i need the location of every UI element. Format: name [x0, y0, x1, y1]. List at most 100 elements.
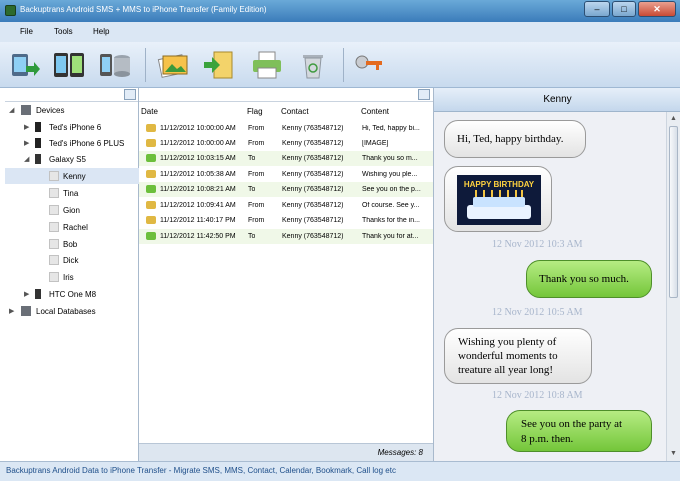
message-row[interactable]: 11/12/2012 10:08:21 AM To Kenny (7635487… [139, 182, 433, 197]
message-count-footer: Messages: 8 [139, 443, 433, 461]
maximize-button[interactable]: □ [612, 1, 636, 17]
search-icon[interactable] [418, 89, 430, 100]
message-timestamp: 12 Nov 2012 10:5 AM [492, 307, 583, 318]
expand-icon[interactable]: ▶ [9, 307, 14, 315]
collapse-icon[interactable]: ◢ [24, 155, 29, 163]
backup-icon [12, 54, 40, 76]
print-button[interactable] [250, 48, 284, 82]
recycle-bin-icon [303, 55, 323, 79]
export-photos-button[interactable] [157, 48, 191, 82]
column-header-date[interactable]: Date [141, 107, 158, 116]
tree-node-device[interactable]: ◢ Galaxy S5 [5, 151, 139, 167]
scroll-up-arrow-icon[interactable]: ▲ [670, 115, 677, 122]
app-icon [5, 5, 16, 16]
expand-icon[interactable]: ▶ [24, 290, 29, 298]
contact-item-dick[interactable]: Dick [5, 252, 139, 268]
received-message-icon [146, 216, 156, 224]
contact-item-bob[interactable]: Bob [5, 236, 139, 252]
incoming-image-bubble: HAPPY BIRTHDAY [444, 166, 552, 232]
sent-message-icon [146, 232, 156, 240]
tree-search-input[interactable] [5, 88, 138, 102]
transfer-to-database-button[interactable] [98, 48, 132, 82]
message-search-input[interactable] [139, 88, 433, 102]
contact-icon [49, 222, 59, 232]
conversation-contact-name: Kenny [543, 94, 572, 105]
photo-icon [157, 54, 188, 78]
menu-file[interactable]: File [20, 27, 33, 36]
received-message-icon [146, 170, 156, 178]
window-title: Backuptrans Android SMS + MMS to iPhone … [20, 5, 267, 14]
iphone-icon [35, 138, 41, 148]
toolbar-separator [343, 48, 344, 82]
scrollbar-thumb[interactable] [669, 126, 678, 298]
tree-node-device[interactable]: ▶ Ted's iPhone 6 [5, 119, 139, 135]
message-timestamp: 12 Nov 2012 10:3 AM [492, 239, 583, 250]
collapse-icon[interactable]: ◢ [9, 106, 14, 114]
contact-icon [49, 171, 59, 181]
conversation-header: Kenny [434, 88, 680, 112]
android-phone-icon [35, 289, 41, 299]
register-button[interactable] [352, 48, 386, 82]
close-button[interactable]: ✕ [638, 1, 676, 17]
scroll-down-arrow-icon[interactable]: ▼ [670, 450, 677, 457]
menu-help[interactable]: Help [93, 27, 109, 36]
column-header-flag[interactable]: Flag [247, 107, 263, 116]
devices-icon [21, 105, 31, 115]
transfer-to-iphone-button[interactable] [52, 48, 86, 82]
toolbar-separator [145, 48, 146, 82]
conversation-scrollbar[interactable]: ▲ ▼ [666, 112, 680, 461]
outgoing-message-bubble: See you on the party at 8 p.m. then. [506, 410, 652, 452]
status-text: Backuptrans Android Data to iPhone Trans… [6, 466, 396, 475]
expand-icon[interactable]: ▶ [24, 139, 29, 147]
contact-icon [49, 255, 59, 265]
column-header-content[interactable]: Content [361, 107, 389, 116]
device-tree-panel: ◢ Devices ▶ Ted's iPhone 6 ▶ Ted's iPhon… [5, 88, 139, 461]
minimize-button[interactable]: – [584, 1, 610, 17]
tree-node-device[interactable]: ▶ HTC One M8 [5, 286, 139, 302]
contact-item-kenny[interactable]: Kenny [5, 168, 139, 184]
outgoing-message-bubble: Thank you so much. [526, 260, 652, 298]
menu-tools[interactable]: Tools [54, 27, 73, 36]
export-messages-button[interactable] [202, 48, 236, 82]
message-row[interactable]: 11/12/2012 10:03:15 AM To Kenny (7635487… [139, 151, 433, 166]
database-icon [21, 306, 31, 316]
phone-transfer-icon [54, 53, 84, 77]
expand-icon[interactable]: ▶ [24, 123, 29, 131]
contact-icon [49, 239, 59, 249]
message-row[interactable]: 11/12/2012 10:05:38 AM From Kenny (76354… [139, 167, 433, 182]
delete-button[interactable] [296, 48, 330, 82]
contact-icon [49, 272, 59, 282]
printer-icon [253, 51, 281, 79]
received-message-icon [146, 139, 156, 147]
sent-message-icon [146, 185, 156, 193]
column-header-contact[interactable]: Contact [281, 107, 309, 116]
export-file-icon [204, 51, 233, 79]
tree-node-device[interactable]: ▶ Ted's iPhone 6 PLUS [5, 135, 139, 151]
toolbar [0, 42, 680, 88]
birthday-cake-image: HAPPY BIRTHDAY [457, 175, 541, 225]
image-caption: HAPPY BIRTHDAY [464, 180, 535, 189]
contact-item-tina[interactable]: Tina [5, 185, 139, 201]
message-row[interactable]: 11/12/2012 11:42:50 PM To Kenny (7635487… [139, 229, 433, 244]
database-icon [100, 54, 130, 77]
contact-item-iris[interactable]: Iris [5, 269, 139, 285]
tree-node-devices[interactable]: ◢ Devices [5, 102, 139, 118]
iphone-icon [35, 122, 41, 132]
backup-to-computer-button[interactable] [8, 48, 42, 82]
tree-node-local-databases[interactable]: ▶ Local Databases [5, 303, 139, 319]
menu-bar: File Tools Help [0, 22, 680, 42]
message-row[interactable]: 11/12/2012 10:09:41 AM From Kenny (76354… [139, 198, 433, 213]
message-timestamp: 12 Nov 2012 10:8 AM [492, 390, 583, 401]
contact-icon [49, 188, 59, 198]
message-row[interactable]: 11/12/2012 11:40:17 PM From Kenny (76354… [139, 213, 433, 228]
contact-item-gion[interactable]: Gion [5, 202, 139, 218]
incoming-message-bubble: Hi, Ted, happy birthday. [444, 120, 586, 158]
key-icon [355, 55, 382, 70]
contact-icon [49, 205, 59, 215]
status-bar: Backuptrans Android Data to iPhone Trans… [0, 461, 680, 481]
message-row[interactable]: 11/12/2012 10:00:00 AM From Kenny (76354… [139, 136, 433, 151]
message-list-panel: Date Flag Contact Content 11/12/2012 10:… [139, 88, 433, 461]
search-icon[interactable] [124, 89, 136, 100]
message-row[interactable]: 11/12/2012 10:00:00 AM From Kenny (76354… [139, 121, 433, 136]
contact-item-rachel[interactable]: Rachel [5, 219, 139, 235]
